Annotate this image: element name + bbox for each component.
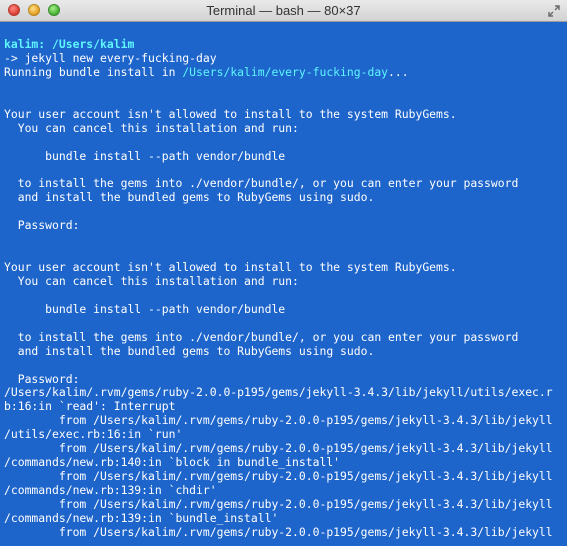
output-line: bundle install --path vendor/bundle <box>4 301 286 316</box>
output-line: b:16:in `read': Interrupt <box>4 399 176 414</box>
output-line: Password: <box>4 371 80 386</box>
running-line: Running bundle install in /Users/kalim/e… <box>4 64 567 80</box>
output-line: /commands/new.rb:140:in `block in bundle… <box>4 455 341 470</box>
output-line: Password: <box>4 218 80 233</box>
output-line: You can cancel this installation and run… <box>4 120 299 135</box>
output-line: /utils/exec.rb:16:in `run' <box>4 427 183 442</box>
output-line: and install the bundled gems to RubyGems… <box>4 343 375 358</box>
command-line: -> jekyll new every-fucking-day <box>4 50 217 65</box>
window-title: Terminal — bash — 80×37 <box>206 3 361 18</box>
running-prefix: Running bundle install in <box>4 64 183 79</box>
prompt-path: /Users/kalim <box>52 37 135 51</box>
output-line: and install the bundled gems to RubyGems… <box>4 190 375 205</box>
running-path: /Users/kalim/every-fucking-day <box>182 64 389 79</box>
output-line: from /Users/kalim/.rvm/gems/ruby-2.0.0-p… <box>4 469 553 484</box>
output-line: You can cancel this installation and run… <box>4 273 299 288</box>
output-line: from /Users/kalim/.rvm/gems/ruby-2.0.0-p… <box>4 496 553 511</box>
output-line: from /Users/kalim/.rvm/gems/ruby-2.0.0-p… <box>4 441 553 456</box>
output-line: Your user account isn't allowed to insta… <box>4 260 457 274</box>
output-line: from /Users/kalim/.rvm/gems/ruby-2.0.0-p… <box>4 413 553 428</box>
title-bar[interactable]: Terminal — bash — 80×37 <box>0 0 567 22</box>
output-line: bundle install --path vendor/bundle <box>4 148 286 163</box>
output-line: Your user account isn't allowed to insta… <box>4 106 457 121</box>
output-line: to install the gems into ./vendor/bundle… <box>4 176 519 191</box>
output-line: /commands/new.rb:139:in `bundle_install' <box>4 510 279 525</box>
prompt-user: kalim: <box>4 37 46 51</box>
prompt-line: kalim: /Users/kalim <box>4 37 567 52</box>
output-line: /commands/new.rb:139:in `chdir' <box>4 483 217 497</box>
terminal-window: Terminal — bash — 80×37 kalim: /Users/ka… <box>0 0 567 546</box>
terminal-output[interactable]: kalim: /Users/kalim -> jekyll new every-… <box>0 22 567 546</box>
fullscreen-icon[interactable] <box>547 4 561 18</box>
output-line: from /Users/kalim/.rvm/gems/ruby-2.0.0-p… <box>4 524 553 539</box>
running-suffix: ... <box>388 64 409 79</box>
output-lines: -> jekyll new every-fucking-day Running b… <box>4 50 567 540</box>
output-line: /Users/kalim/.rvm/gems/ruby-2.0.0-p195/g… <box>4 385 553 400</box>
output-line: to install the gems into ./vendor/bundle… <box>4 329 519 344</box>
